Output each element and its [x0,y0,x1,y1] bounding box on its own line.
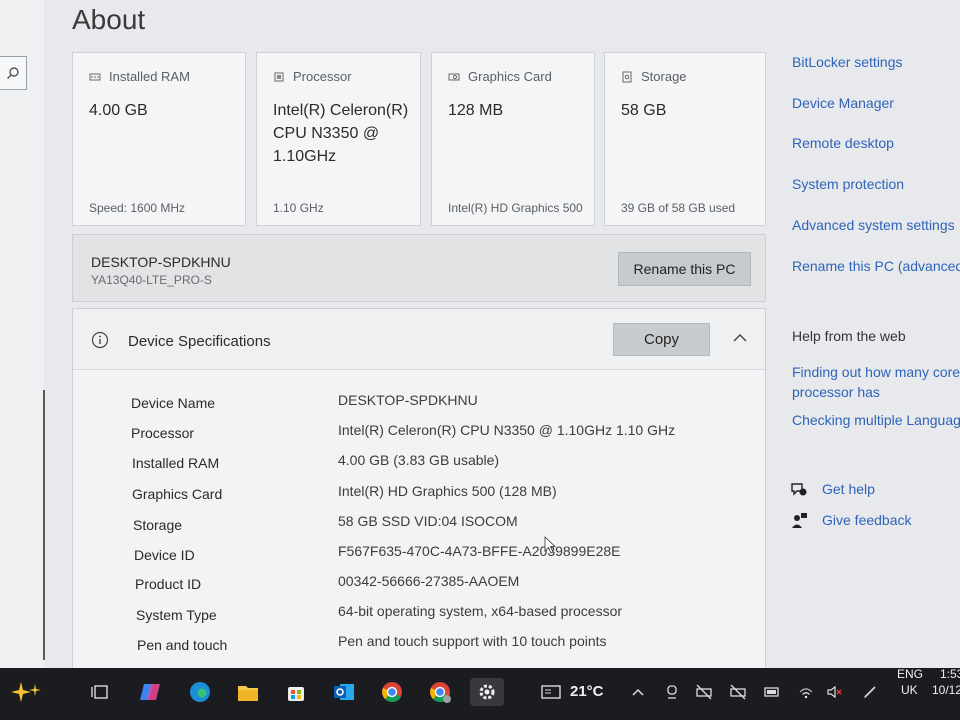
get-help-link[interactable]: Get help [822,481,875,497]
graphics-card-icon [448,73,460,80]
give-feedback-link[interactable]: Give feedback [822,512,912,528]
section-title: Device Specifications [128,333,271,350]
battery-icon[interactable] [764,684,780,700]
chevron-up-tray-icon[interactable] [630,684,646,700]
card-foot: 1.10 GHz [273,201,324,215]
spec-label: Device ID [134,547,195,563]
search-button[interactable] [0,56,27,90]
spec-value[interactable]: Pen and touch support with 10 touch poin… [338,633,607,649]
spec-value[interactable]: 4.00 GB (3.83 GB usable) [338,452,499,468]
card-processor: Processor Intel(R) Celeron(R) CPU N3350 … [256,52,421,226]
spec-label: Graphics Card [132,486,223,502]
card-label: Graphics Card [468,69,552,84]
link-rename-pc-advanced[interactable]: Rename this PC (advanced) [792,258,960,274]
pc-model: YA13Q40-LTE_PRO-S [91,273,212,287]
card-value: 128 MB [448,102,504,119]
card-foot: 39 GB of 58 GB used [621,201,736,215]
link-help-cores[interactable]: Finding out how many core [792,364,960,380]
card-label: Installed RAM [109,69,190,84]
link-system-protection[interactable]: System protection [792,176,904,192]
spec-label: Pen and touch [137,637,228,653]
card-foot: Speed: 1600 MHz [89,201,186,215]
pc-name-panel: DESKTOP-SPDKHNU YA13Q40-LTE_PRO-S Rename… [72,234,766,302]
copilot-app-icon[interactable] [136,678,164,706]
chevron-up-icon[interactable] [731,329,749,347]
camera-privacy-icon[interactable] [664,684,680,700]
speaker-muted-icon[interactable] [826,684,842,700]
weather-temp[interactable]: 21°C [570,683,604,700]
weather-icon[interactable] [536,678,566,706]
link-device-manager[interactable]: Device Manager [792,95,894,111]
spec-label: Processor [131,425,195,441]
card-label: Processor [293,69,352,84]
card-label: Storage [641,69,687,84]
help-heading: Help from the web [792,328,906,344]
spec-value[interactable]: 00342-56666-27385-AAOEM [338,573,519,589]
card-foot: Intel(R) HD Graphics 500 [448,201,583,215]
spec-label: Installed RAM [132,455,220,471]
spec-label: System Type [136,607,217,623]
chrome-profile-icon[interactable] [426,678,454,706]
card-value: 58 GB [621,102,667,119]
spec-value[interactable]: Intel(R) Celeron(R) CPU N3350 @ 1.10GHz … [338,422,675,438]
spec-label: Storage [133,517,183,533]
left-rail [0,0,45,668]
pen-icon[interactable] [862,684,878,700]
processor-icon [274,72,284,81]
edge-browser-icon[interactable] [186,678,214,706]
copilot-sparkle-icon[interactable] [6,678,46,706]
link-help-languages[interactable]: Checking multiple Languag [792,412,960,428]
link-help-cores-cont[interactable]: processor has [792,384,880,400]
card-graphics: Graphics Card 128 MB Intel(R) HD Graphic… [431,52,595,226]
spec-value[interactable]: 64-bit operating system, x64-based proce… [338,603,622,619]
wifi-icon[interactable] [798,684,814,700]
settings-gear-icon[interactable] [470,678,504,706]
link-advanced-system-settings[interactable]: Advanced system settings [792,217,955,233]
spec-value[interactable]: Intel(R) HD Graphics 500 (128 MB) [338,483,557,499]
page-title: About [72,4,146,35]
copy-button[interactable]: Copy [613,323,710,356]
spec-row: Pen and touch Pen and touch support with … [73,393,765,653]
feedback-icon [792,513,807,528]
device-specifications-header[interactable]: Device Specifications Copy [73,309,765,370]
scrollbar[interactable] [43,390,45,660]
drive-off-icon[interactable] [730,684,746,700]
input-language[interactable]: ENG [897,667,923,681]
input-region[interactable]: UK [901,683,918,697]
rename-pc-button[interactable]: Rename this PC [618,252,751,286]
link-bitlocker-settings[interactable]: BitLocker settings [792,54,903,70]
file-explorer-icon[interactable] [234,678,262,706]
ram-icon [89,73,101,80]
search-icon [7,67,19,79]
link-remote-desktop[interactable]: Remote desktop [792,135,894,151]
info-icon [91,331,109,349]
get-help-icon [791,483,807,496]
spec-value[interactable]: F567F635-470C-4A73-BFFE-A2039899E28E [338,543,621,559]
clock-date[interactable]: 10/12 [932,683,960,697]
clock-time[interactable]: 1:53 [940,667,960,681]
card-value: 4.00 GB [89,102,148,119]
taskbar: 21°C ENG UK 1:53 10/12 [0,667,960,720]
card-storage: Storage 58 GB 39 GB of 58 GB used [604,52,766,226]
chrome-icon[interactable] [378,678,406,706]
spec-value[interactable]: 58 GB SSD VID:04 ISOCOM [338,513,518,529]
device-specifications-panel: Device Specifications Copy Device Name DE… [72,308,766,670]
outlook-icon[interactable] [330,678,358,706]
card-installed-ram: Installed RAM 4.00 GB Speed: 1600 MHz [72,52,246,226]
storage-icon [622,71,632,82]
mouse-cursor-icon [544,536,556,554]
spec-label: Product ID [135,576,202,592]
related-settings: BitLocker settings Device Manager Remote… [790,0,960,668]
microsoft-store-icon[interactable] [282,678,310,706]
pc-name: DESKTOP-SPDKHNU [91,254,231,270]
network-off-icon[interactable] [696,684,712,700]
card-value: Intel(R) Celeron(R) CPU N3350 @ 1.10GHz [273,102,409,165]
task-view-icon[interactable] [86,678,114,706]
